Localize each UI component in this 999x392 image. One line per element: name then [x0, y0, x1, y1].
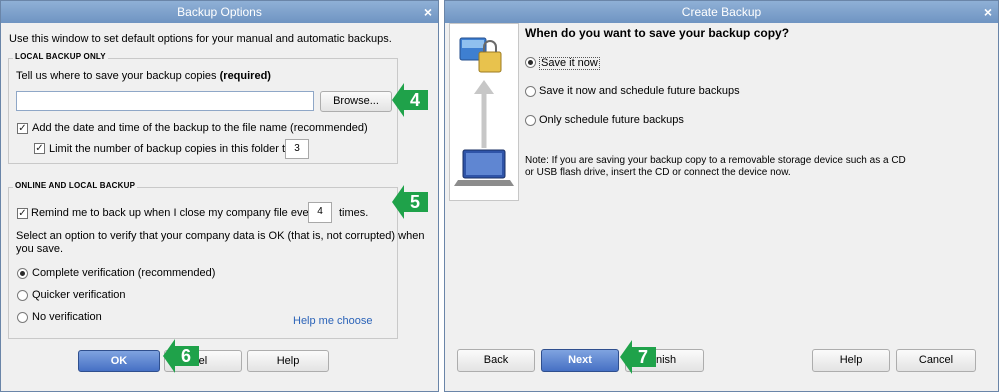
step-number-7: 7: [637, 347, 648, 367]
removable-note-line1: Note: If you are saving your backup copy…: [525, 155, 906, 166]
close-icon[interactable]: ×: [984, 1, 992, 23]
location-prompt-text: Tell us where to save your backup copies: [16, 70, 217, 82]
help-me-choose-link[interactable]: Help me choose: [293, 315, 373, 327]
quicker-verification-radio[interactable]: [17, 290, 28, 301]
back-button[interactable]: Back: [457, 349, 535, 372]
schedule-only-label: Only schedule future backups: [539, 114, 684, 126]
create-cancel-button[interactable]: Cancel: [896, 349, 976, 372]
step-number-6: 6: [180, 346, 191, 366]
browse-button[interactable]: Browse...: [320, 91, 392, 112]
online-backup-heading: ONLINE AND LOCAL BACKUP: [13, 181, 138, 190]
location-prompt: Tell us where to save your backup copies…: [16, 70, 271, 82]
backup-location-input[interactable]: [16, 91, 314, 111]
no-verification-radio[interactable]: [17, 312, 28, 323]
schedule-only-radio[interactable]: [525, 115, 536, 126]
verify-prompt-line1: Select an option to verify that your com…: [16, 230, 425, 242]
no-verification-label: No verification: [32, 311, 102, 323]
save-and-schedule-radio[interactable]: [525, 86, 536, 97]
local-backup-heading: LOCAL BACKUP ONLY: [13, 52, 108, 61]
close-icon[interactable]: ×: [424, 1, 432, 23]
quicker-verification-label: Quicker verification: [32, 289, 126, 301]
step-marker-7: 7: [620, 340, 656, 374]
complete-verification-label: Complete verification (recommended): [32, 267, 216, 279]
save-now-radio[interactable]: [525, 57, 536, 68]
step-number-5: 5: [409, 192, 420, 212]
backup-options-titlebar: Backup Options ×: [1, 1, 438, 23]
remind-label: Remind me to back up when I close my com…: [31, 207, 318, 219]
online-backup-group: ONLINE AND LOCAL BACKUP ✓ Remind me to b…: [8, 181, 424, 339]
add-date-label: Add the date and time of the backup to t…: [32, 122, 368, 134]
limit-copies-label: Limit the number of backup copies in thi…: [49, 143, 292, 155]
next-button[interactable]: Next: [541, 349, 619, 372]
finish-button-label: nish: [656, 354, 677, 366]
backup-illustration-graphic: [454, 37, 514, 186]
verify-prompt-line2: you save.: [16, 243, 64, 255]
backup-options-title: Backup Options: [177, 5, 262, 19]
step-marker-4: 4: [392, 83, 428, 117]
intro-text: Use this window to set default options f…: [9, 33, 392, 45]
ok-button[interactable]: OK: [78, 350, 160, 372]
remind-checkbox[interactable]: ✓: [17, 208, 28, 219]
create-backup-window: Create Backup × When do you want to save…: [444, 0, 999, 392]
help-button[interactable]: Help: [247, 350, 329, 372]
create-help-button[interactable]: Help: [812, 349, 890, 372]
backup-options-window: Backup Options × Use this window to set …: [0, 0, 439, 392]
removable-note-line2: or USB flash drive, insert the CD or con…: [525, 167, 791, 178]
step-marker-5: 5: [392, 185, 428, 219]
required-note: (required): [219, 70, 271, 82]
times-label: times.: [339, 207, 369, 219]
step-number-4: 4: [409, 90, 420, 110]
save-question: When do you want to save your backup cop…: [525, 26, 790, 40]
create-backup-titlebar: Create Backup ×: [445, 1, 998, 23]
save-now-label: Save it now: [539, 57, 600, 70]
remind-times-input[interactable]: 4: [308, 202, 332, 223]
add-date-checkbox[interactable]: ✓: [17, 123, 28, 134]
limit-copies-input[interactable]: 3: [285, 139, 309, 159]
backup-illustration: [449, 23, 519, 201]
local-backup-group: LOCAL BACKUP ONLY Tell us where to save …: [8, 52, 398, 164]
create-backup-title: Create Backup: [681, 5, 762, 19]
limit-copies-checkbox[interactable]: ✓: [34, 143, 45, 154]
complete-verification-radio[interactable]: [17, 268, 28, 279]
step-marker-6: 6: [163, 339, 199, 373]
save-and-schedule-label: Save it now and schedule future backups: [539, 85, 740, 97]
